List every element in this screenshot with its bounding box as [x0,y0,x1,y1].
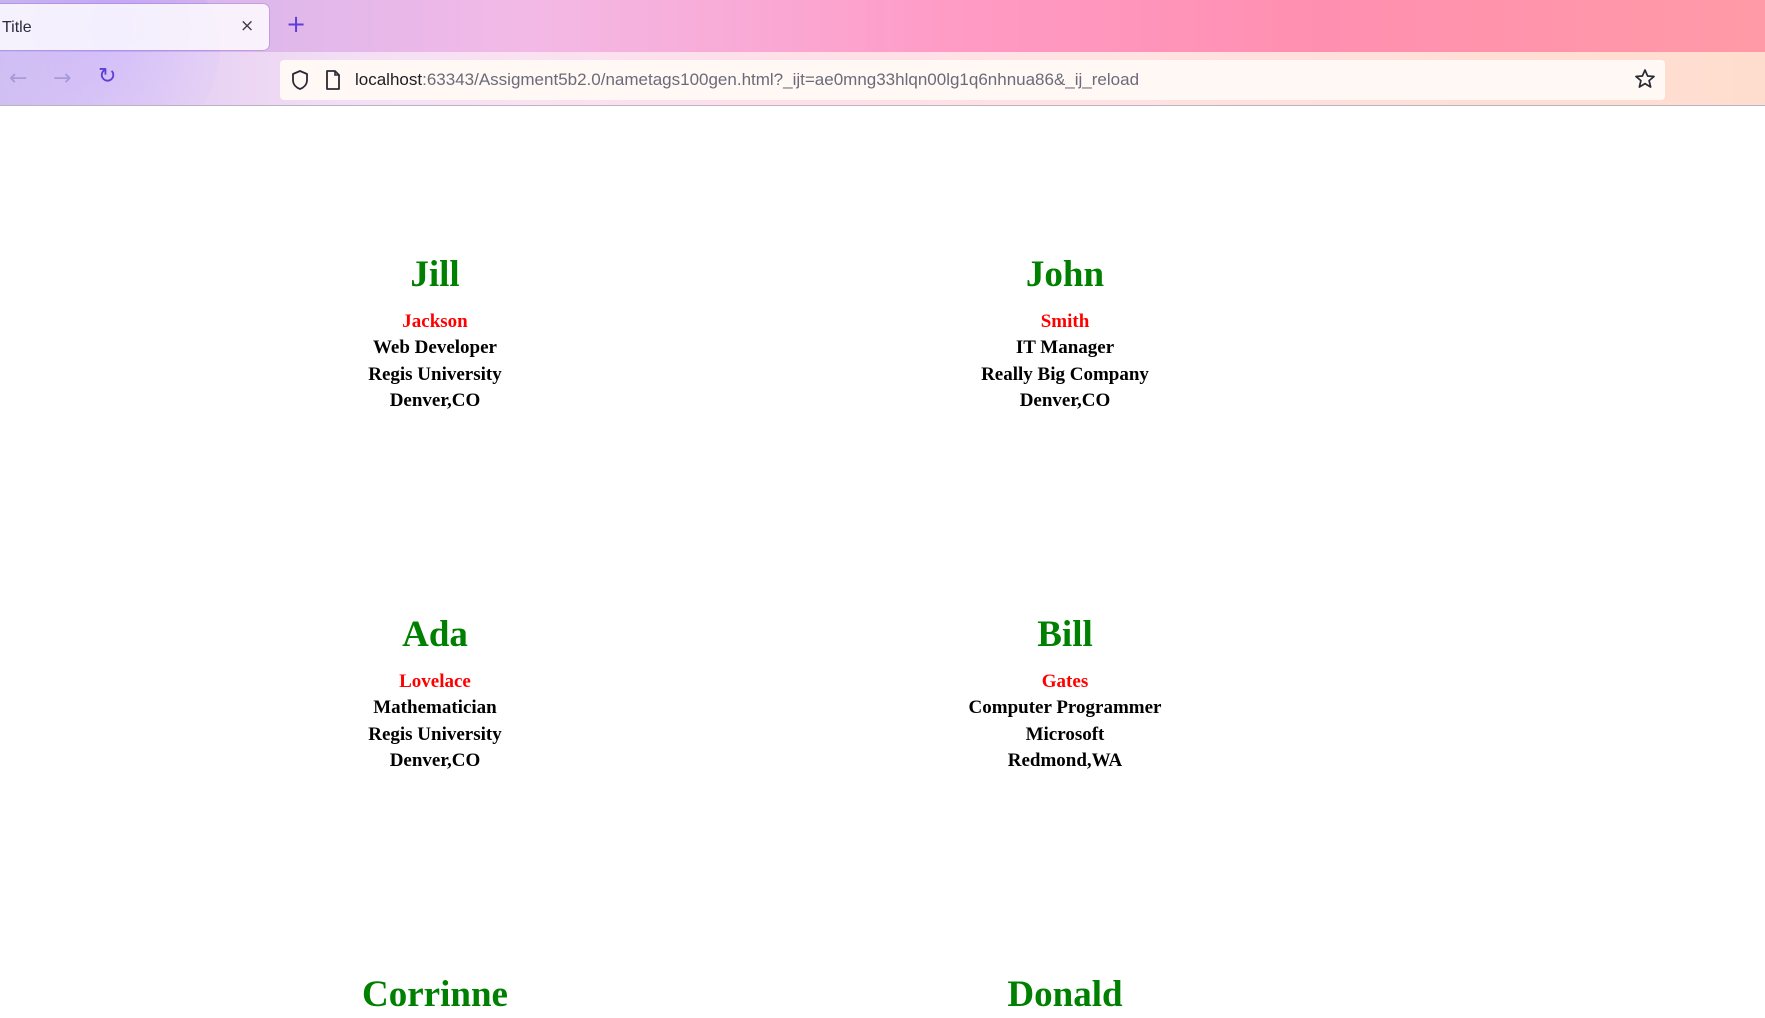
company: Microsoft [1025,723,1105,745]
first-name: Ada [402,614,468,655]
last-name: Smith [1040,311,1090,332]
toolbar-divider [0,105,1765,106]
first-name: Bill [1037,614,1093,655]
shield-icon[interactable] [290,69,310,96]
forward-button[interactable]: → [53,66,71,91]
nametag-card: Bill Gates Computer Programmer Microsoft… [785,613,1345,775]
nametag-card: Corrinne [155,973,715,1017]
job-title: Mathematician [373,697,497,718]
job-title: Computer Programmer [968,697,1162,718]
nametag-card: Ada Lovelace Mathematician Regis Univers… [155,613,715,775]
address-bar[interactable]: localhost:63343/Assigment5b2.0/nametags1… [280,60,1665,100]
close-tab-icon[interactable]: × [240,16,254,36]
job-title: IT Manager [1015,337,1115,358]
first-name: Jill [410,254,460,295]
url-text[interactable]: localhost:63343/Assigment5b2.0/nametags1… [355,70,1139,90]
location: Denver,CO [389,750,481,771]
first-name: John [1025,254,1105,295]
nametag-card: Donald [785,973,1345,1017]
bookmark-star-icon[interactable] [1634,68,1656,95]
location: Redmond,WA [1007,750,1123,771]
location: Denver,CO [1019,390,1111,411]
location: Denver,CO [389,390,481,411]
nametag-card: Jill Jackson Web Developer Regis Univers… [155,253,715,415]
new-tab-button[interactable]: + [286,10,306,38]
company: Really Big Company [981,363,1149,385]
page-info-icon[interactable] [324,69,342,96]
last-name: Jackson [402,311,468,332]
first-name: Donald [1007,974,1123,1015]
tab-title: Title [2,19,32,36]
browser-chrome: Title × + ← → ↻ localhost:63343/Assigmen… [0,0,1765,105]
job-title: Web Developer [372,337,497,358]
company: Regis University [368,723,502,745]
first-name: Corrinne [362,974,508,1015]
reload-button[interactable]: ↻ [98,64,116,89]
browser-tab[interactable]: Title × [0,4,269,50]
last-name: Lovelace [399,671,471,692]
nametag-card: John Smith IT Manager Really Big Company… [785,253,1345,415]
url-host: localhost [355,70,423,89]
back-button[interactable]: ← [9,66,27,91]
last-name: Gates [1041,671,1089,692]
url-path: :63343/Assigment5b2.0/nametags100gen.htm… [422,70,1140,89]
company: Regis University [368,363,502,385]
